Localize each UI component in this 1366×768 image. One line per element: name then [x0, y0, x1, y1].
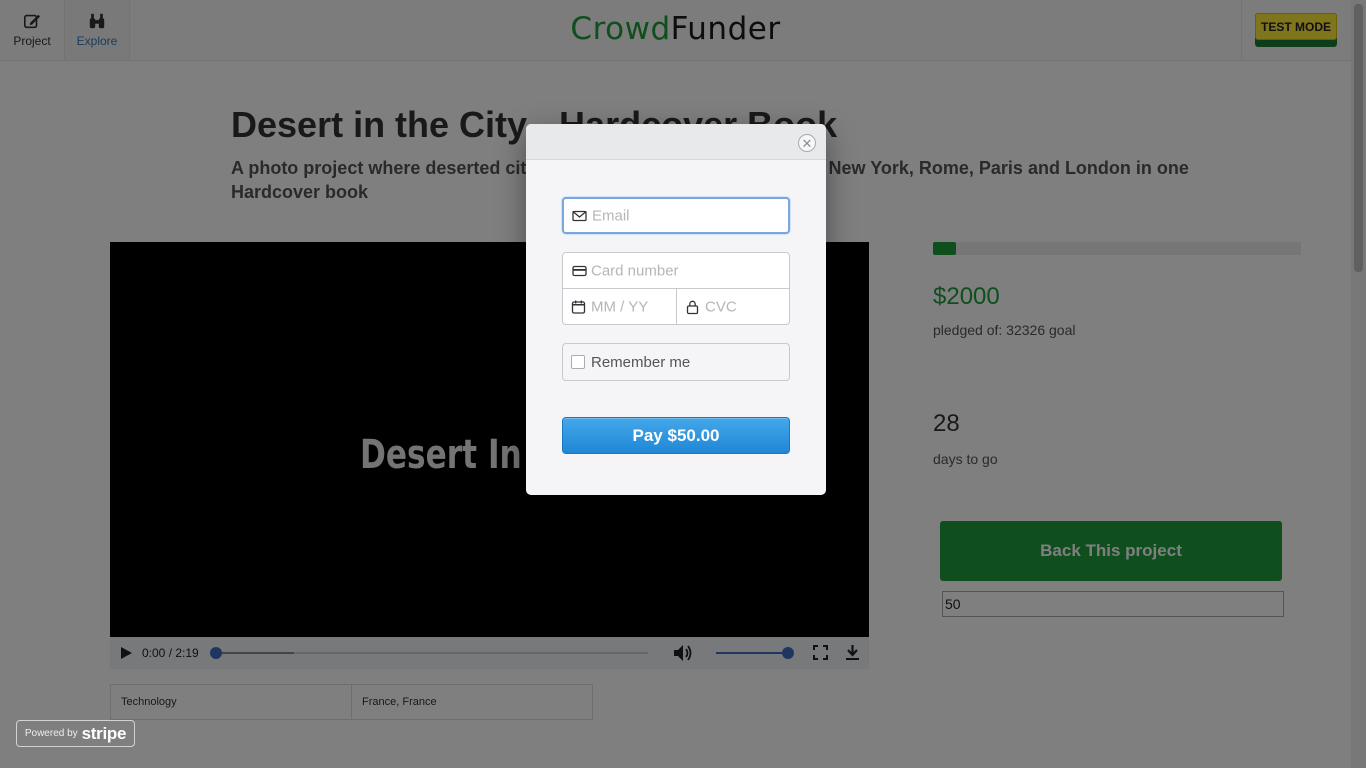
cvc-placeholder: CVC: [705, 298, 737, 315]
expiry-placeholder: MM / YY: [591, 298, 649, 315]
card-number-field[interactable]: Card number: [562, 252, 790, 289]
cvc-field[interactable]: CVC: [676, 288, 790, 325]
pay-button[interactable]: Pay $50.00: [562, 417, 790, 454]
powered-by-label: Powered by: [24, 728, 78, 739]
card-number-placeholder: Card number: [591, 262, 679, 279]
expiry-field[interactable]: MM / YY: [562, 288, 677, 325]
stripe-logo: stripe: [81, 723, 127, 743]
email-field[interactable]: Email: [562, 197, 790, 234]
calendar-icon: [571, 300, 586, 314]
lock-icon: [686, 300, 699, 314]
remember-me-checkbox[interactable]: [571, 355, 585, 369]
email-placeholder: Email: [592, 207, 630, 224]
credit-card-icon: [572, 265, 587, 276]
remember-me-toggle[interactable]: Remember me: [562, 343, 790, 381]
remember-me-label: Remember me: [591, 354, 691, 371]
checkout-modal-header: [526, 124, 826, 160]
checkout-modal: ✕ Email Card number MM / YY CVC Remember…: [526, 124, 826, 495]
envelope-icon: [572, 210, 587, 221]
powered-by-stripe-badge[interactable]: Powered by stripe: [16, 720, 135, 747]
close-icon[interactable]: ✕: [798, 134, 816, 152]
